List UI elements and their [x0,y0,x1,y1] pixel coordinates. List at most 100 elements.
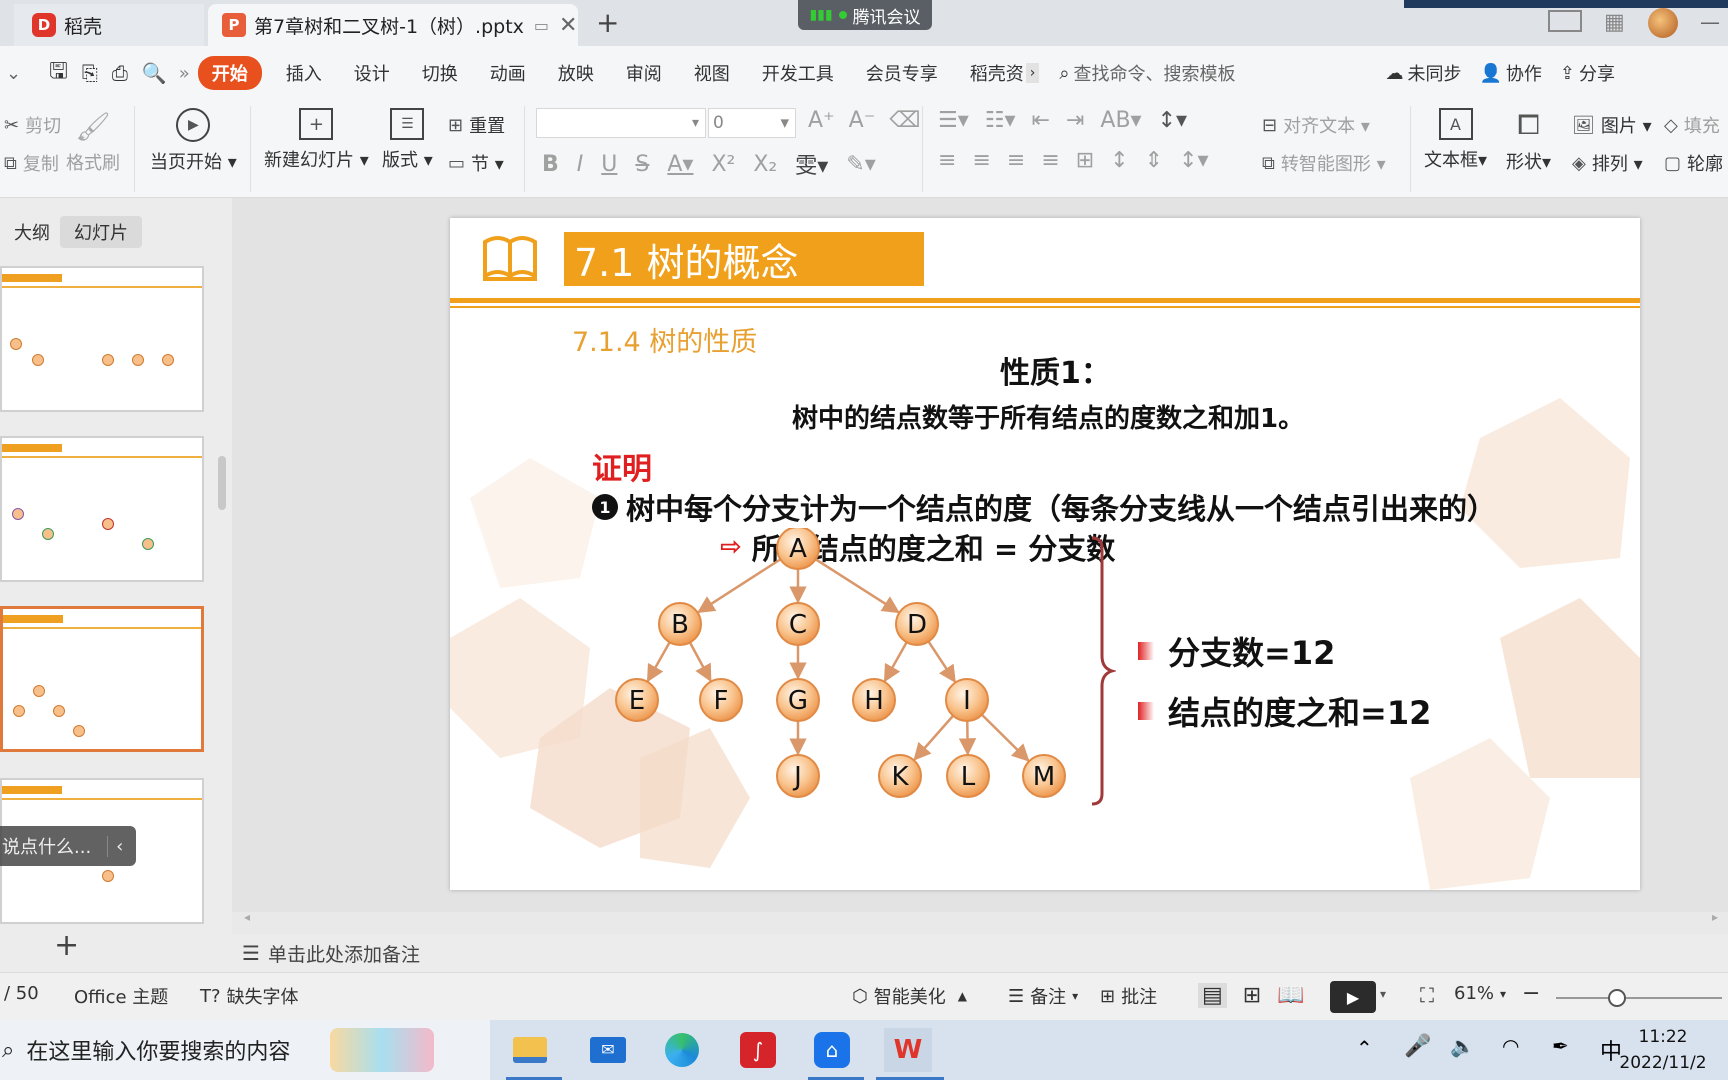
bullet-list-icon[interactable]: ☰▾ [938,108,969,133]
superscript-icon[interactable]: X² [711,152,735,177]
indent-icon[interactable]: ⇥ [1066,108,1084,133]
fill-button[interactable]: ◇ 填充 [1664,112,1720,138]
reset-button[interactable]: ⊞ 重置 [448,112,505,138]
align-text-button[interactable]: ⊟ 对齐文本 ▾ [1262,112,1370,138]
tab-slides[interactable]: 幻灯片 [60,216,142,248]
volume-icon[interactable]: 🔈 [1450,1034,1475,1058]
play-from-current-button[interactable]: ▶ 当页开始 ▾ [150,108,237,174]
new-tab-icon[interactable]: + [596,6,619,39]
zoom-level[interactable]: 61% ▾ [1454,983,1506,1004]
normal-view-icon[interactable]: ▤ [1198,983,1227,1008]
edge-browser-icon[interactable] [658,1028,706,1072]
file-explorer-icon[interactable] [506,1028,554,1072]
section-button[interactable]: ▭ 节 ▾ [448,150,504,176]
wps-app-icon[interactable]: W [884,1028,932,1072]
underline-icon[interactable]: U [601,152,617,177]
sorter-view-icon[interactable]: ⊞ [1243,983,1261,1008]
monitor-icon[interactable]: ▭ [534,16,549,35]
theme-name[interactable]: Office 主题 [74,983,168,1009]
export-icon[interactable]: ⎘ [82,61,98,85]
picture-button[interactable]: 🖼 图片 ▾ [1572,112,1652,138]
search-icon[interactable]: ⌕ [1059,63,1069,84]
menu-animation[interactable]: 动画 [474,56,542,90]
reader-app-icon[interactable]: ∫ [734,1028,782,1072]
slide-thumbnail[interactable] [0,266,204,412]
phonetic-icon[interactable]: 雯▾ [795,148,828,180]
clear-format-icon[interactable]: ⌫ [889,108,920,133]
grid-icon[interactable]: ▦ [1604,10,1625,35]
more-icon[interactable]: » [179,63,190,84]
tab-document[interactable]: P 第7章树和二叉树-1（树）.pptx ▭ ✕ [208,4,578,46]
font-color-icon[interactable]: A▾ [667,152,693,177]
arrange-button[interactable]: ◈ 排列 ▾ [1572,150,1643,176]
font-size-select[interactable]: 0 ▾ [708,108,796,138]
chat-overlay[interactable]: 说点什么... ‹ [0,826,136,866]
slide-thumbnail[interactable] [0,436,204,582]
print-icon[interactable]: ⎙ [112,61,128,85]
play-options-icon[interactable]: ▾ [1380,987,1386,1001]
tray-chevron-icon[interactable]: ⌃ [1356,1036,1373,1060]
line-spacing-icon[interactable]: ↕ [1110,148,1128,173]
outline-button[interactable]: ▢ 轮廓 [1664,150,1723,176]
system-clock[interactable]: 11:22 2022/11/2 [1598,1024,1728,1076]
pen-icon[interactable]: ✒ [1552,1034,1569,1058]
network-icon[interactable]: ◠ [1502,1034,1519,1058]
spacing-menu-icon[interactable]: ↕▾ [1179,148,1208,173]
missing-font-button[interactable]: T? 缺失字体 [200,983,299,1009]
menu-developer[interactable]: 开发工具 [746,56,850,90]
menu-slideshow[interactable]: 放映 [542,56,610,90]
notes-bar[interactable]: ☰ 单击此处添加备注 [232,934,1728,972]
fit-window-icon[interactable]: ⛶ [1420,983,1434,1007]
meeting-app-icon[interactable]: ⌂ [808,1028,856,1072]
smart-shape-button[interactable]: ⧉ 转智能图形 ▾ [1262,150,1386,176]
save-icon[interactable]: 🖫 [49,54,68,92]
bold-icon[interactable]: B [542,152,559,177]
subscript-icon[interactable]: X₂ [753,152,777,177]
new-slide-button[interactable]: + 新建幻灯片 ▾ [264,108,369,172]
para-spacing-icon[interactable]: ⇕ [1145,148,1163,173]
slide-thumbnail-selected[interactable] [0,606,204,752]
copy-button[interactable]: ⧉ 复制 [4,150,59,176]
textbox-button[interactable]: A 文本框▾ [1424,108,1487,172]
shrink-font-icon[interactable]: A⁻ [849,108,876,133]
grow-font-icon[interactable]: A⁺ [808,108,835,133]
align-right-icon[interactable]: ≡ [1007,148,1025,173]
align-center-icon[interactable]: ≡ [972,148,990,173]
meeting-indicator[interactable]: ▮▮▮ 腾讯会议 [798,0,932,30]
menu-insert[interactable]: 插入 [270,56,338,90]
play-slideshow-button[interactable]: ▶ [1330,981,1376,1013]
comment-button[interactable]: ⊞ 批注 [1100,983,1157,1009]
menu-transition[interactable]: 切换 [406,56,474,90]
taskbar-search[interactable]: ⌕ 在这里输入你要搜索的内容 [0,1020,490,1080]
slide[interactable]: 7.1 树的概念 7.1.4 树的性质 性质1： 树中的结点数等于所有结点的度数… [450,218,1640,890]
align-left-icon[interactable]: ≡ [938,148,956,173]
menu-review[interactable]: 审阅 [610,56,678,90]
preview-icon[interactable]: 🔍 [142,61,167,85]
panel-scrollbar[interactable] [218,456,226,510]
menu-view[interactable]: 视图 [678,56,746,90]
avatar[interactable] [1648,8,1678,38]
add-slide-icon[interactable]: + [54,928,79,963]
menu-member[interactable]: 会员专享 [850,56,954,90]
tab-daoke[interactable]: D 稻壳 [14,4,204,46]
shape-button[interactable]: ⧠ 形状▾ [1506,108,1551,174]
share-button[interactable]: 分享 [1579,60,1615,86]
minimize-icon[interactable]: — [1700,10,1720,34]
sync-button[interactable]: 未同步 [1407,60,1461,86]
menu-start[interactable]: 开始 [197,56,262,90]
zoom-slider[interactable] [1556,989,1722,1007]
notes-toggle-button[interactable]: ☰ 备注 ▾ [1008,983,1078,1009]
distribute-icon[interactable]: ⊞ [1076,148,1094,173]
strikethrough-icon[interactable]: S [635,152,649,177]
scroll-left-icon[interactable]: ◂ [244,910,250,924]
command-search[interactable]: 查找命令、搜索模板 [1073,60,1235,86]
zoom-out-icon[interactable]: − [1522,981,1540,1006]
numbered-list-icon[interactable]: ☷▾ [985,108,1016,133]
font-family-select[interactable]: ▾ [536,108,706,138]
microphone-icon[interactable]: 🎤 [1404,1034,1431,1059]
scroll-right-icon[interactable]: ▸ [1712,910,1718,924]
collab-button[interactable]: 协作 [1506,60,1542,86]
tab-outline[interactable]: 大纲 [0,216,64,248]
reading-view-icon[interactable]: 📖 [1277,983,1304,1008]
format-painter-button[interactable]: 🖌 格式刷 [66,110,120,175]
